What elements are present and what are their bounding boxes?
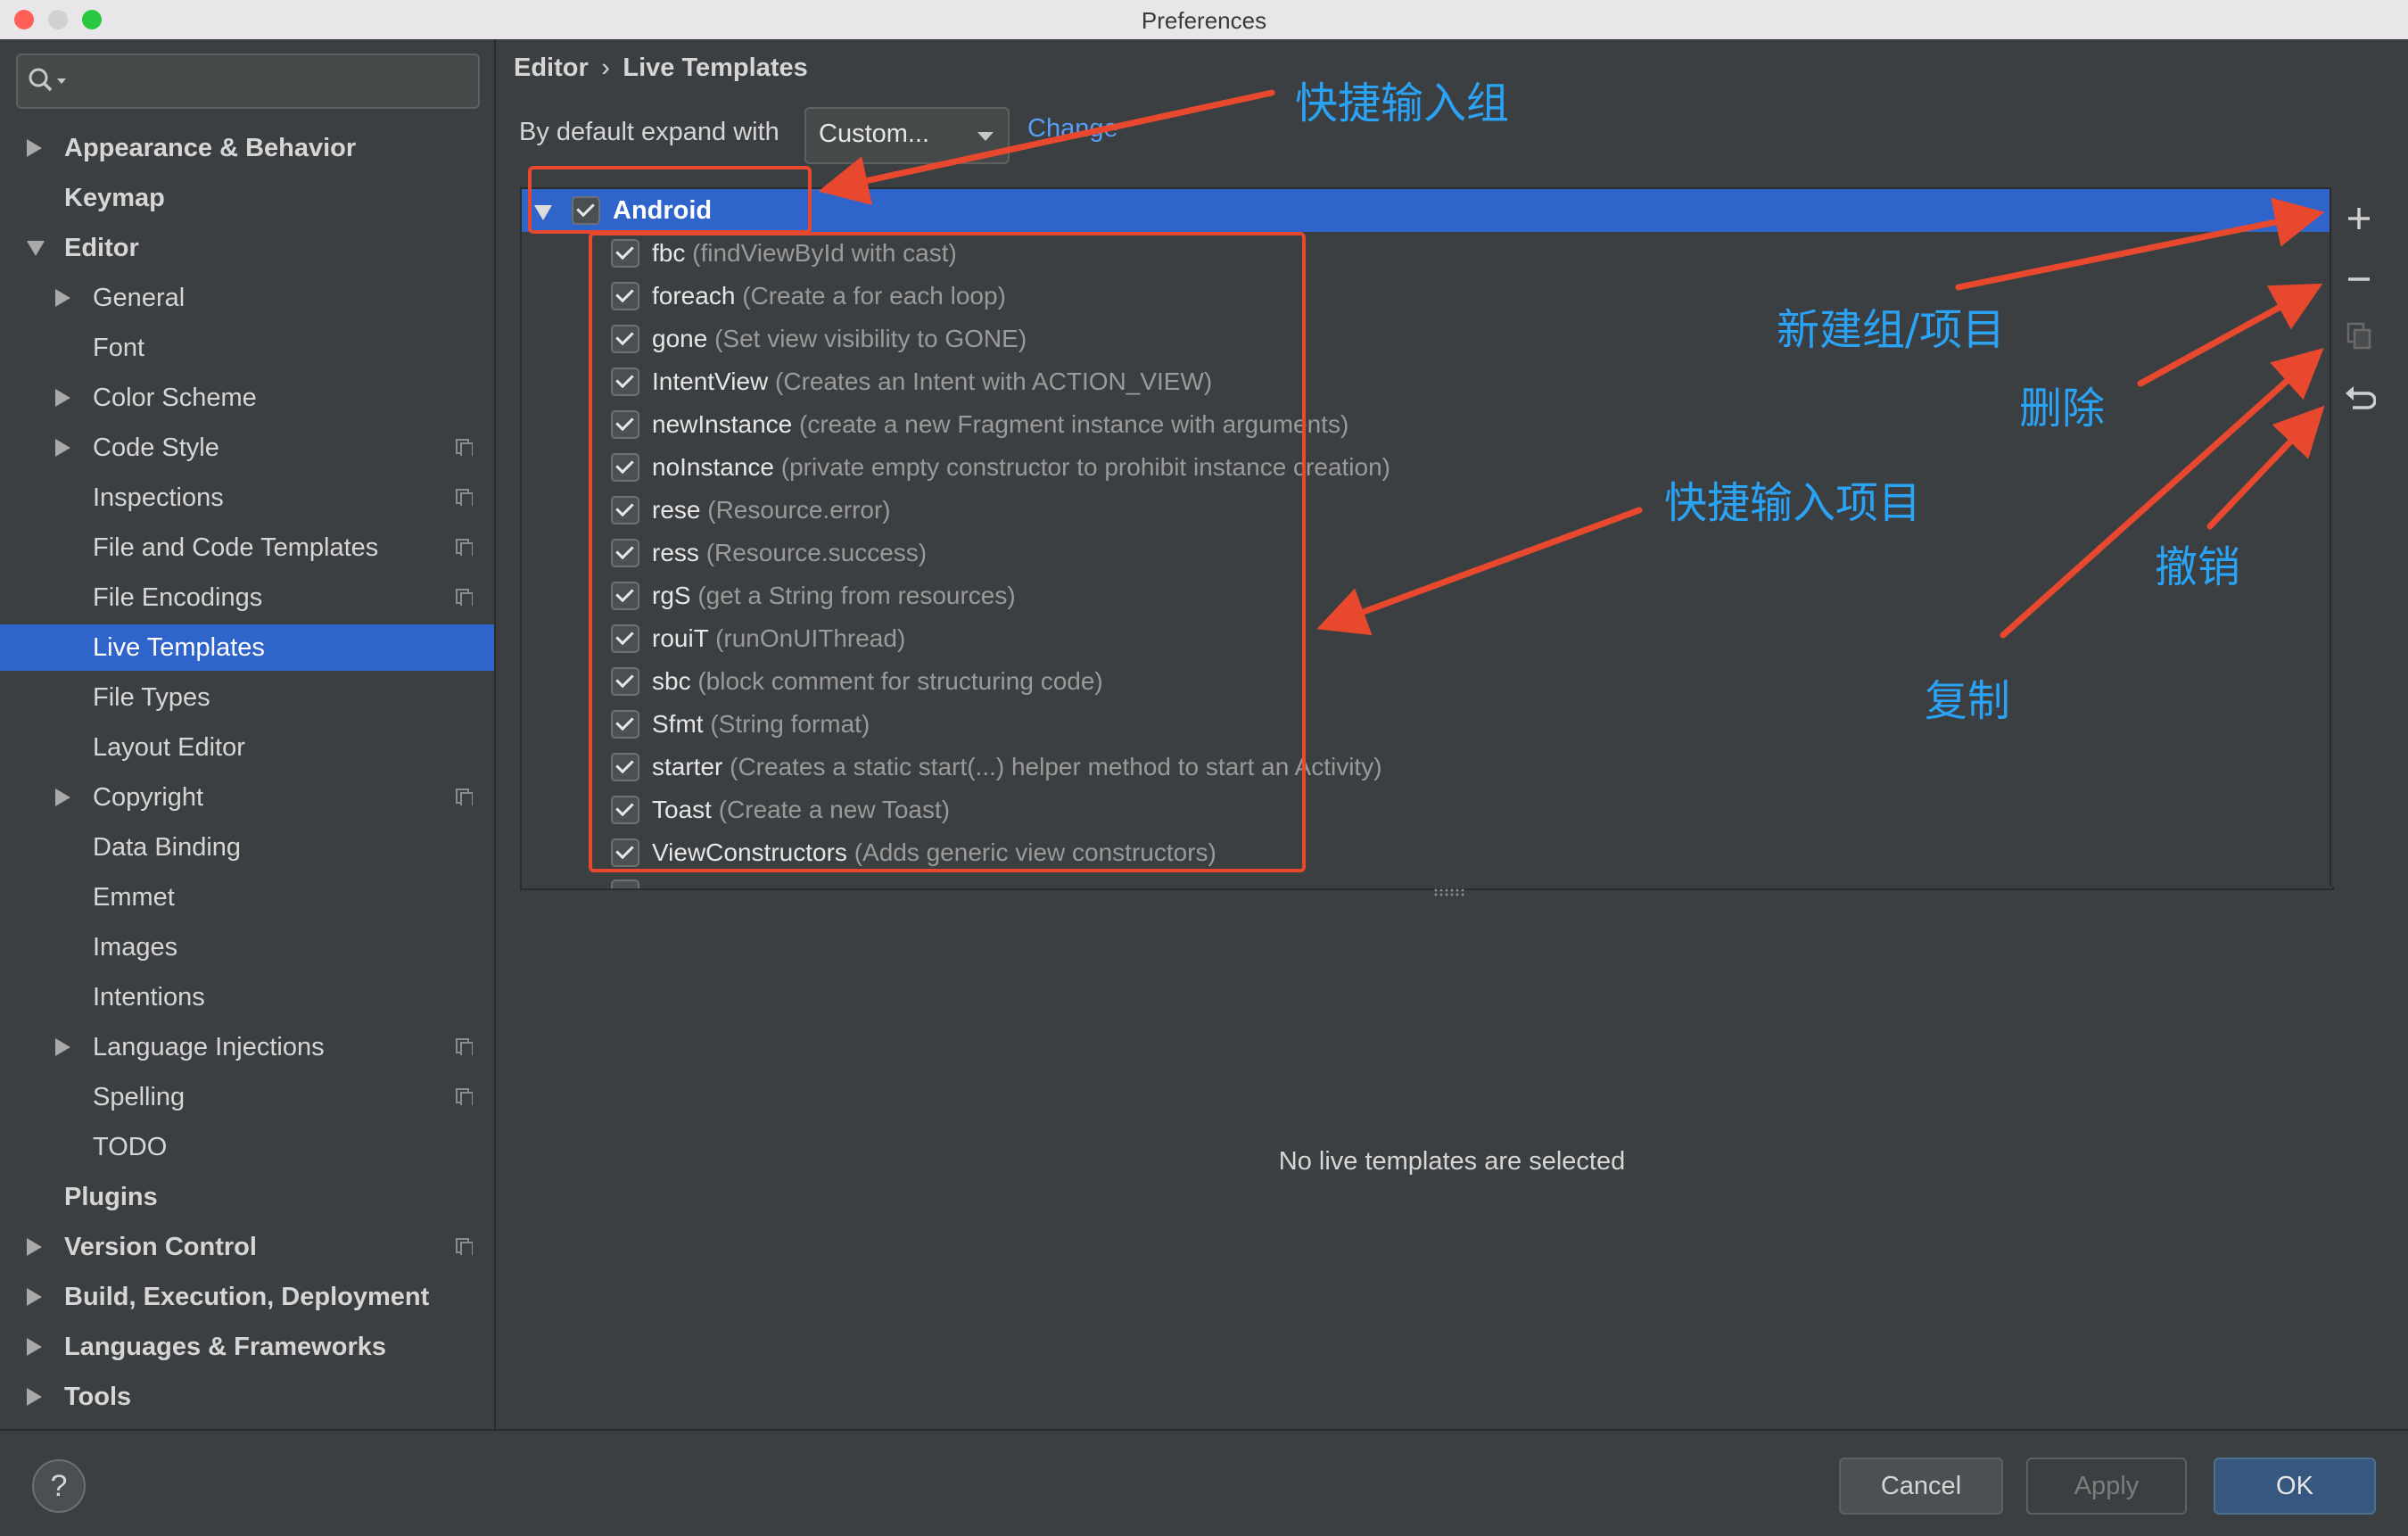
annotation-arrows	[818, 89, 2325, 639]
annotation-undo-label: 撤销	[2155, 542, 2241, 592]
annotation-copy-label: 复制	[1925, 676, 2011, 726]
arrow-to-items	[1316, 507, 1643, 636]
annotation-new-label: 新建组/项目	[1777, 305, 2006, 355]
annotation-items-label: 快捷输入项目	[1664, 478, 1922, 528]
arrow-to-group	[818, 89, 1275, 205]
annotation-group-label: 快捷输入组	[1295, 78, 1510, 128]
arrow-to-remove	[2137, 283, 2323, 387]
arrow-to-add	[1955, 197, 2325, 291]
annotation-delete-label: 删除	[2019, 384, 2106, 434]
